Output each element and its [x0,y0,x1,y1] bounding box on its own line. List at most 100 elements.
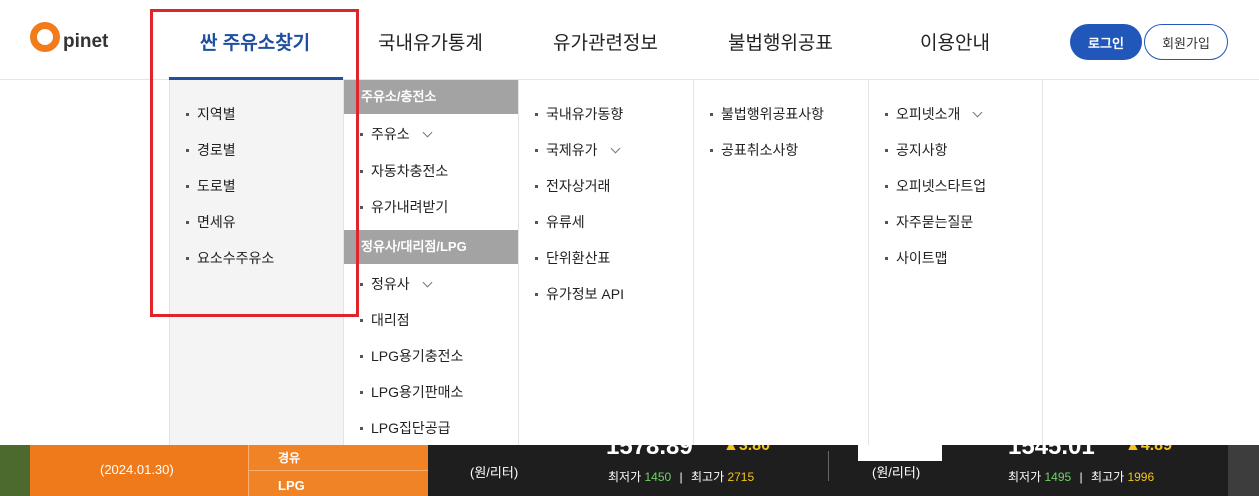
menu-item-about-opinet[interactable]: 오피넷소개 [885,104,983,124]
separator: | [1079,470,1083,484]
menu-label: 공표취소사항 [721,142,799,158]
menu-label: 공지사항 [896,142,948,158]
bullet-icon [885,256,888,260]
menu-item-lpg-cylinder-charging[interactable]: LPG용기충전소 [360,346,463,366]
chevron-down-icon [610,143,620,153]
white-block [858,445,942,461]
bullet-icon [885,148,888,152]
login-button[interactable]: 로그인 [1070,24,1142,60]
menu-column-price-info: 국내유가동향 국제유가 전자상거래 유류세 단위환산표 유가정보 API [519,80,694,445]
chevron-down-icon [422,277,433,287]
menu-label: 오피넷소개 [896,106,961,122]
bullet-icon [535,292,538,296]
min-label: 최저가 [608,470,642,484]
price-change: ▲3.80 [723,445,770,454]
opinet-logo[interactable]: pinet [30,22,108,52]
menu-item-gas-station[interactable]: 주유소 [360,124,433,144]
ticker-date: (2024.01.30) [100,462,174,477]
menu-item-fuel-tax[interactable]: 유류세 [535,212,585,232]
menu-label: 자주묻는질문 [896,214,974,230]
divider [248,470,428,471]
menu-item-notices[interactable]: 공지사항 [885,140,948,160]
menu-label: 자동차충전소 [371,163,449,179]
max-label: 최고가 [1090,470,1125,484]
menu-item-e-commerce[interactable]: 전자상거래 [535,176,610,196]
menu-column-guide: 오피넷소개 공지사항 오피넷스타트업 자주묻는질문 사이트맵 [869,80,1043,445]
menu-item-international-oil[interactable]: 국제유가 [535,140,620,160]
menu-item-vehicle-charging[interactable]: 자동차충전소 [360,161,448,181]
fuel-tab-lpg[interactable]: LPG [278,478,305,493]
nav-usage-guide[interactable]: 이용안내 [920,28,990,55]
bullet-icon [535,220,538,224]
bullet-icon [360,354,363,358]
background-image [0,445,30,496]
highlight-box [150,9,359,317]
menu-item-unit-converter[interactable]: 단위환산표 [535,248,610,268]
max-label: 최고가 [690,470,725,484]
average-price: 1578.89 [606,445,693,460]
menu-label: 주유소 [371,126,410,142]
bullet-icon [885,220,888,224]
logo-o-mark [30,22,60,52]
bullet-icon [360,205,363,209]
menu-label: 대리점 [371,312,410,328]
bullet-icon [710,112,713,116]
bullet-icon [885,184,888,188]
average-price: 1545.01 [1008,445,1095,460]
nav-illegal-disclosure[interactable]: 불법행위공표 [728,28,833,55]
menu-item-price-api[interactable]: 유가정보 API [535,284,624,304]
chevron-down-icon [422,127,433,137]
price-change: ▲4.89 [1125,445,1172,454]
min-price: 1495 [1044,470,1072,484]
menu-label: 사이트맵 [896,250,948,266]
bullet-icon [710,148,713,152]
menu-item-disclosure-cancel[interactable]: 공표취소사항 [710,140,798,160]
divider [828,451,829,481]
bullet-icon [360,426,363,430]
nav-price-info[interactable]: 유가관련정보 [553,28,658,55]
menu-label: 유가정보 API [546,286,624,302]
menu-label: 유류세 [546,214,585,230]
menu-label: 단위환산표 [546,250,611,266]
separator: | [679,470,683,484]
menu-label: 불법행위공표사항 [721,106,825,122]
bullet-icon [535,256,538,260]
menu-item-lpg-group-supply[interactable]: LPG집단공급 [360,418,451,438]
menu-item-domestic-trend[interactable]: 국내유가동향 [535,104,623,124]
menu-item-agency[interactable]: 대리점 [360,310,410,330]
menu-item-sitemap[interactable]: 사이트맵 [885,248,948,268]
nav-domestic-price-stats[interactable]: 국내유가통계 [378,28,483,55]
menu-item-lpg-cylinder-sales[interactable]: LPG용기판매소 [360,382,463,402]
chevron-down-icon [972,107,983,117]
bullet-icon [360,169,363,173]
logo-text: pinet [63,31,109,52]
bullet-icon [885,112,888,116]
menu-column-illegal: 불법행위공표사항 공표취소사항 [694,80,869,445]
bullet-icon [535,184,538,188]
menu-label: 국내유가동향 [546,106,624,122]
max-price: 1996 [1127,470,1155,484]
menu-column-stations: 주유소/충전소 주유소 자동차충전소 유가내려받기 정유사/대리점/LPG 정유… [344,80,519,445]
min-max-prices: 최저가 1450 | 최고가 2715 [608,468,754,485]
menu-item-faq[interactable]: 자주묻는질문 [885,212,973,232]
menu-label: LPG집단공급 [371,420,451,436]
bullet-icon [360,132,363,136]
min-max-prices: 최저가 1495 | 최고가 1996 [1008,468,1154,485]
bullet-icon [360,390,363,394]
menu-label: 유가내려받기 [371,199,449,215]
menu-item-illegal-disclosure[interactable]: 불법행위공표사항 [710,104,824,124]
menu-item-price-download[interactable]: 유가내려받기 [360,197,448,217]
menu-label: 전자상거래 [546,178,611,194]
menu-label: 국제유가 [546,142,598,158]
min-label: 최저가 [1008,470,1042,484]
menu-label: 정유사 [371,276,410,292]
join-button[interactable]: 회원가입 [1144,24,1228,60]
section-header-stations: 주유소/충전소 [344,80,518,114]
menu-item-startup[interactable]: 오피넷스타트업 [885,176,986,196]
unit-label: (원/리터) [872,465,921,480]
background-image [1228,445,1259,496]
menu-item-refiner[interactable]: 정유사 [360,274,433,294]
bullet-icon [360,318,363,322]
fuel-tab-diesel[interactable]: 경유 [278,449,300,466]
menu-label: LPG용기충전소 [371,348,464,364]
